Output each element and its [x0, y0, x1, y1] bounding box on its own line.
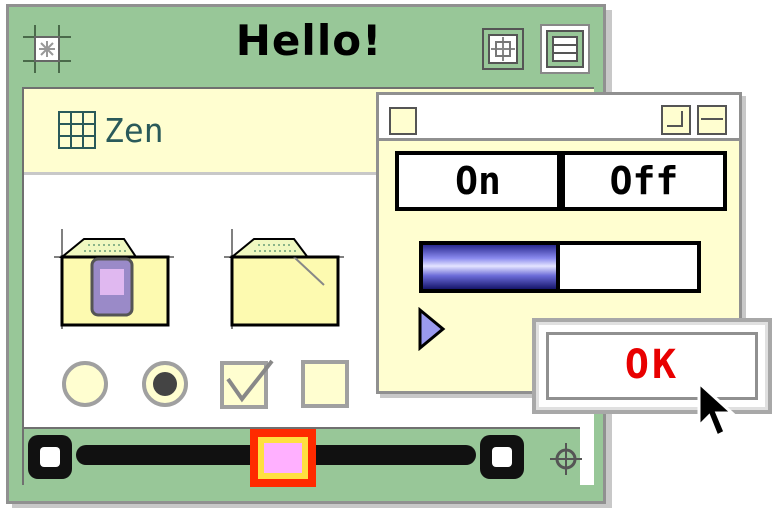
- scroll-arrow-right-icon: [492, 447, 512, 467]
- progress-bar: [419, 241, 701, 293]
- on-button[interactable]: On: [395, 151, 561, 211]
- checkbox-checked[interactable]: [220, 359, 276, 409]
- radio-button-selected[interactable]: [140, 359, 190, 409]
- close-box-icon[interactable]: [23, 25, 71, 73]
- palette-close-box-icon[interactable]: [389, 107, 417, 135]
- checkbox-unchecked[interactable]: [300, 359, 350, 409]
- radio-button-unselected[interactable]: [60, 359, 110, 409]
- scroll-left-button[interactable]: [28, 435, 72, 479]
- scroll-right-button[interactable]: [480, 435, 524, 479]
- scroll-thumb[interactable]: [250, 429, 316, 487]
- progress-bar-fill: [423, 245, 560, 289]
- palette-titlebar[interactable]: [379, 95, 739, 141]
- disclosure-triangle-icon[interactable]: [417, 307, 447, 351]
- resize-grip-icon[interactable]: [546, 439, 586, 479]
- palette-collapse-box-icon[interactable]: [697, 105, 727, 135]
- palette-zoom-box-icon[interactable]: [661, 105, 691, 135]
- collapse-box-icon[interactable]: [539, 23, 591, 75]
- zoom-box-icon[interactable]: [479, 25, 527, 73]
- folder-name-label: Zen: [104, 111, 164, 150]
- arrow-cursor-icon: [696, 380, 738, 442]
- scroll-arrow-left-icon: [40, 447, 60, 467]
- folder-with-document-icon[interactable]: [54, 229, 174, 329]
- grid-view-icon[interactable]: [58, 111, 96, 149]
- window-title: Hello!: [235, 16, 383, 65]
- folder-icon[interactable]: [224, 229, 344, 329]
- horizontal-scrollbar[interactable]: [24, 427, 580, 487]
- off-button[interactable]: Off: [561, 151, 727, 211]
